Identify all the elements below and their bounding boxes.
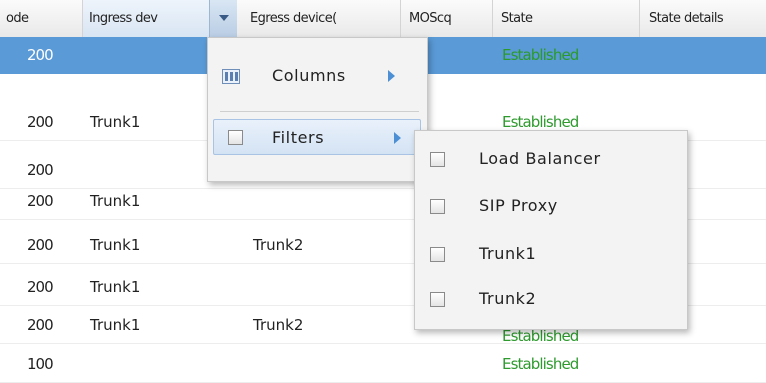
checkbox[interactable] [430,292,445,307]
menu-item-label: Filters [272,128,325,147]
columns-icon [222,69,240,84]
cell-code: 200 [27,46,54,64]
cell-code: 200 [27,113,54,131]
column-header-menu: Columns Filters [207,37,428,182]
cell-ingress: Trunk1 [90,113,141,131]
chevron-down-icon [219,15,229,21]
cell-ingress: Trunk1 [90,278,141,296]
menu-separator [220,111,419,112]
column-header-state[interactable]: State [495,0,640,37]
column-header-mos[interactable]: MOScq [403,0,493,37]
checkbox[interactable] [430,199,445,214]
filter-item-trunk2[interactable]: Trunk2 [415,281,687,317]
table-row[interactable]: 100 Established [0,346,766,383]
menu-item-label: Columns [272,66,346,85]
column-header-egress-device[interactable]: Egress device( [244,0,401,37]
filter-item-label: Trunk2 [479,289,537,308]
filter-item-label: Trunk1 [479,244,537,263]
filter-item-trunk1[interactable]: Trunk1 [415,236,687,272]
cell-code: 200 [27,278,54,296]
column-header-state-details[interactable]: State details [643,0,766,37]
cell-ingress: Trunk1 [90,236,141,254]
filter-item-label: SIP Proxy [479,196,558,215]
cell-ingress: Trunk1 [90,316,141,334]
filter-item-sip-proxy[interactable]: SIP Proxy [415,188,687,224]
cell-code: 200 [27,236,54,254]
cell-egress: Trunk2 [253,316,304,334]
chevron-right-icon [388,70,395,82]
cell-ingress: Trunk1 [90,192,141,210]
checkbox[interactable] [430,152,445,167]
cell-code: 200 [27,192,54,210]
filter-item-load-balancer[interactable]: Load Balancer [415,141,687,177]
cell-state: Established [502,46,579,64]
cell-code: 200 [27,316,54,334]
chevron-right-icon [394,132,401,144]
column-menu-trigger[interactable] [209,0,237,37]
cell-egress: Trunk2 [253,236,304,254]
menu-item-columns[interactable]: Columns [208,58,427,94]
checkbox[interactable] [430,247,445,262]
filters-submenu: Load Balancer SIP Proxy Trunk1 Trunk2 [414,130,688,330]
filter-item-label: Load Balancer [479,149,601,168]
cell-code: 100 [27,355,54,373]
grid-header: ode Ingress dev Egress device( MOScq Sta… [0,0,766,38]
menu-item-filters[interactable]: Filters [213,119,421,155]
cell-state: Established [502,355,579,373]
filters-checkbox[interactable] [228,130,243,145]
column-header-code[interactable]: ode [0,0,83,37]
